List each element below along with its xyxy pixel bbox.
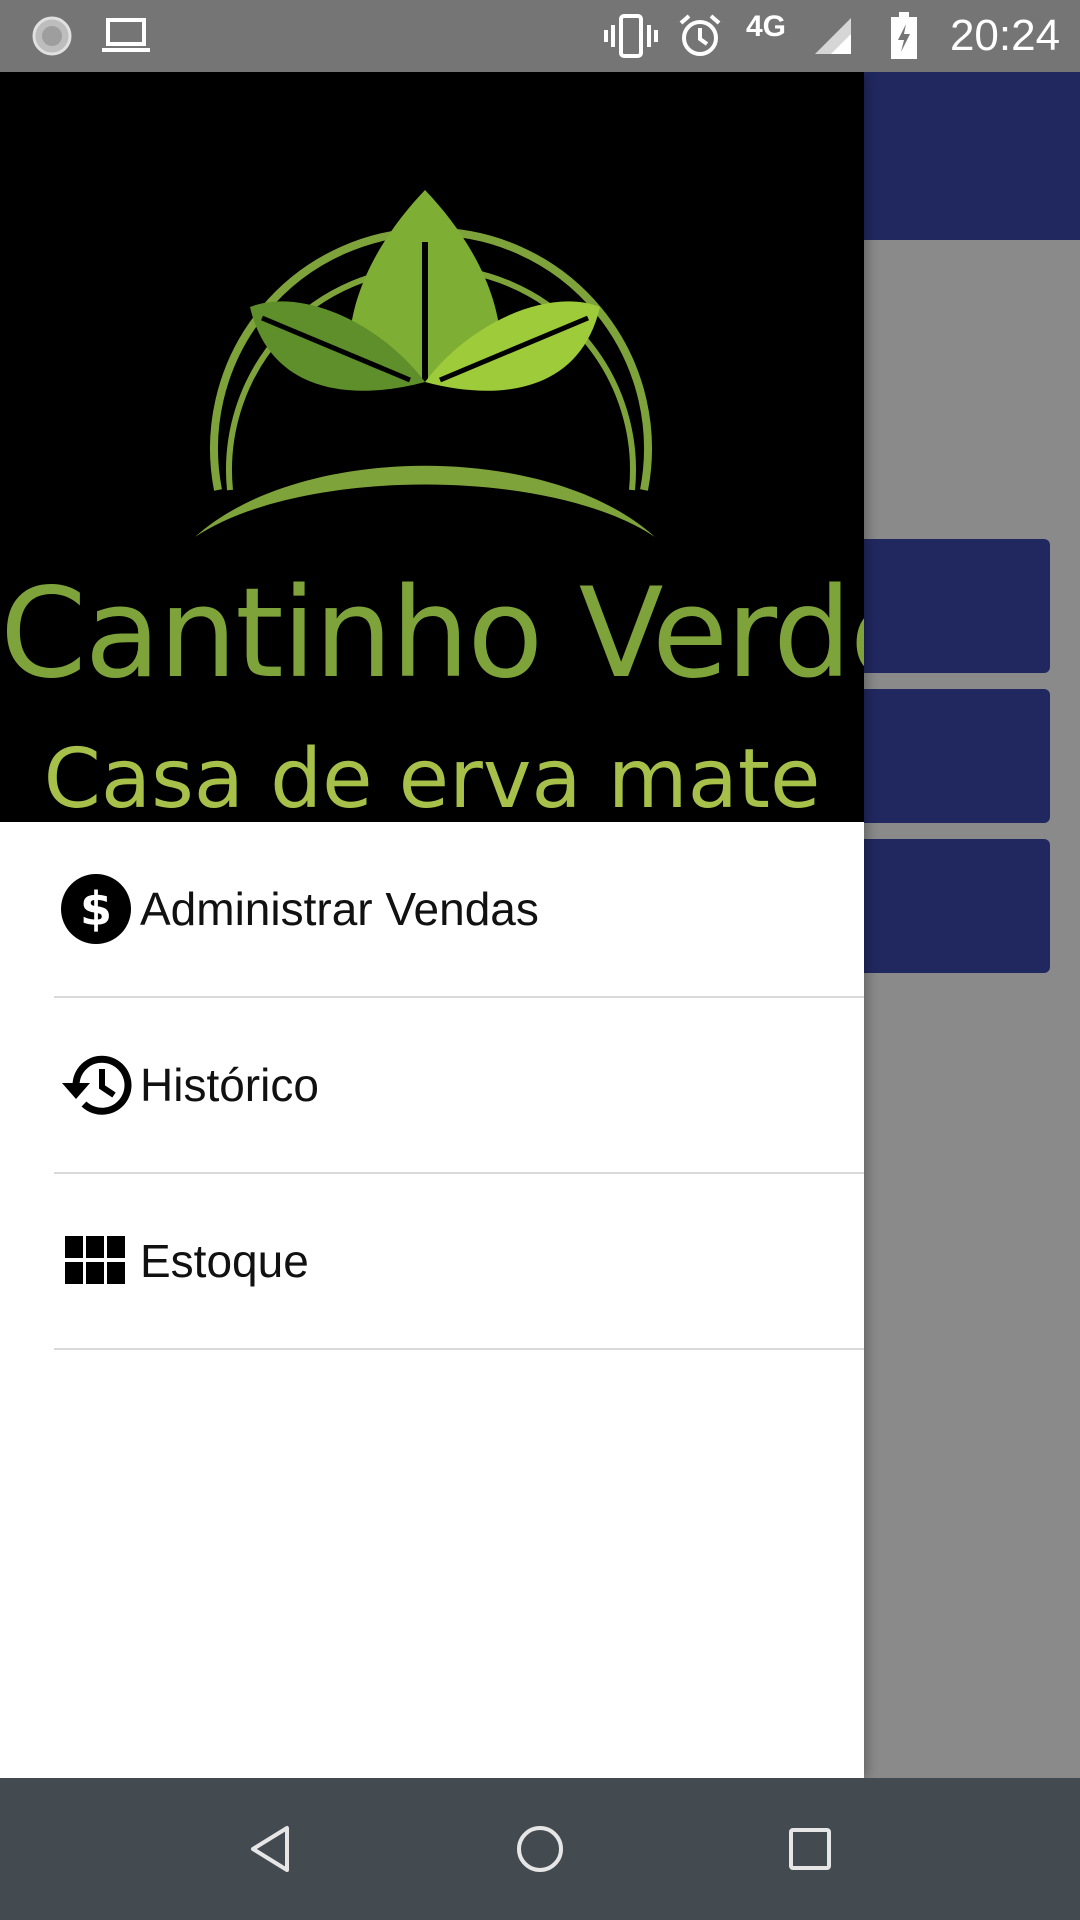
menu-item-estoque[interactable]: Estoque [54, 1174, 864, 1350]
network-type: 4G [745, 0, 787, 72]
signal-icon [810, 0, 856, 72]
drawer-menu: $ Administrar Vendas Histórico Estoque [0, 822, 864, 1350]
grid-icon [58, 1223, 134, 1299]
brand-tagline: Casa de erva mate [43, 732, 821, 822]
menu-item-label: Histórico [140, 1059, 319, 1111]
battery-charging-icon [884, 0, 924, 72]
dollar-icon: $ [58, 871, 134, 947]
home-button[interactable] [480, 1778, 600, 1920]
status-bar: 4G 20:24 [0, 0, 1080, 72]
back-button[interactable] [210, 1778, 330, 1920]
laptop-icon [98, 0, 154, 72]
menu-item-historico[interactable]: Histórico [54, 998, 864, 1174]
menu-item-administrar-vendas[interactable]: $ Administrar Vendas [54, 822, 864, 998]
menu-item-label: Administrar Vendas [140, 883, 539, 935]
brand-name: Cantinho Verde [0, 562, 864, 706]
vibrate-icon [600, 0, 662, 72]
back-icon [251, 1826, 289, 1872]
svg-text:$: $ [80, 882, 112, 936]
system-navigation-bar [0, 1778, 1080, 1920]
drawer-header: Cantinho Verde Casa de erva mate [0, 72, 864, 822]
loading-icon [28, 0, 76, 72]
alarm-icon [674, 0, 726, 72]
recents-icon [789, 1828, 831, 1870]
menu-item-label: Estoque [140, 1235, 309, 1287]
network-label: 4G [745, 10, 787, 43]
navigation-drawer: Cantinho Verde Casa de erva mate $ Admin… [0, 72, 864, 1778]
recents-button[interactable] [750, 1778, 870, 1920]
clock: 20:24 [949, 11, 1061, 60]
home-icon [517, 1826, 563, 1872]
brand-logo-icon [195, 190, 655, 537]
history-icon [58, 1047, 134, 1123]
